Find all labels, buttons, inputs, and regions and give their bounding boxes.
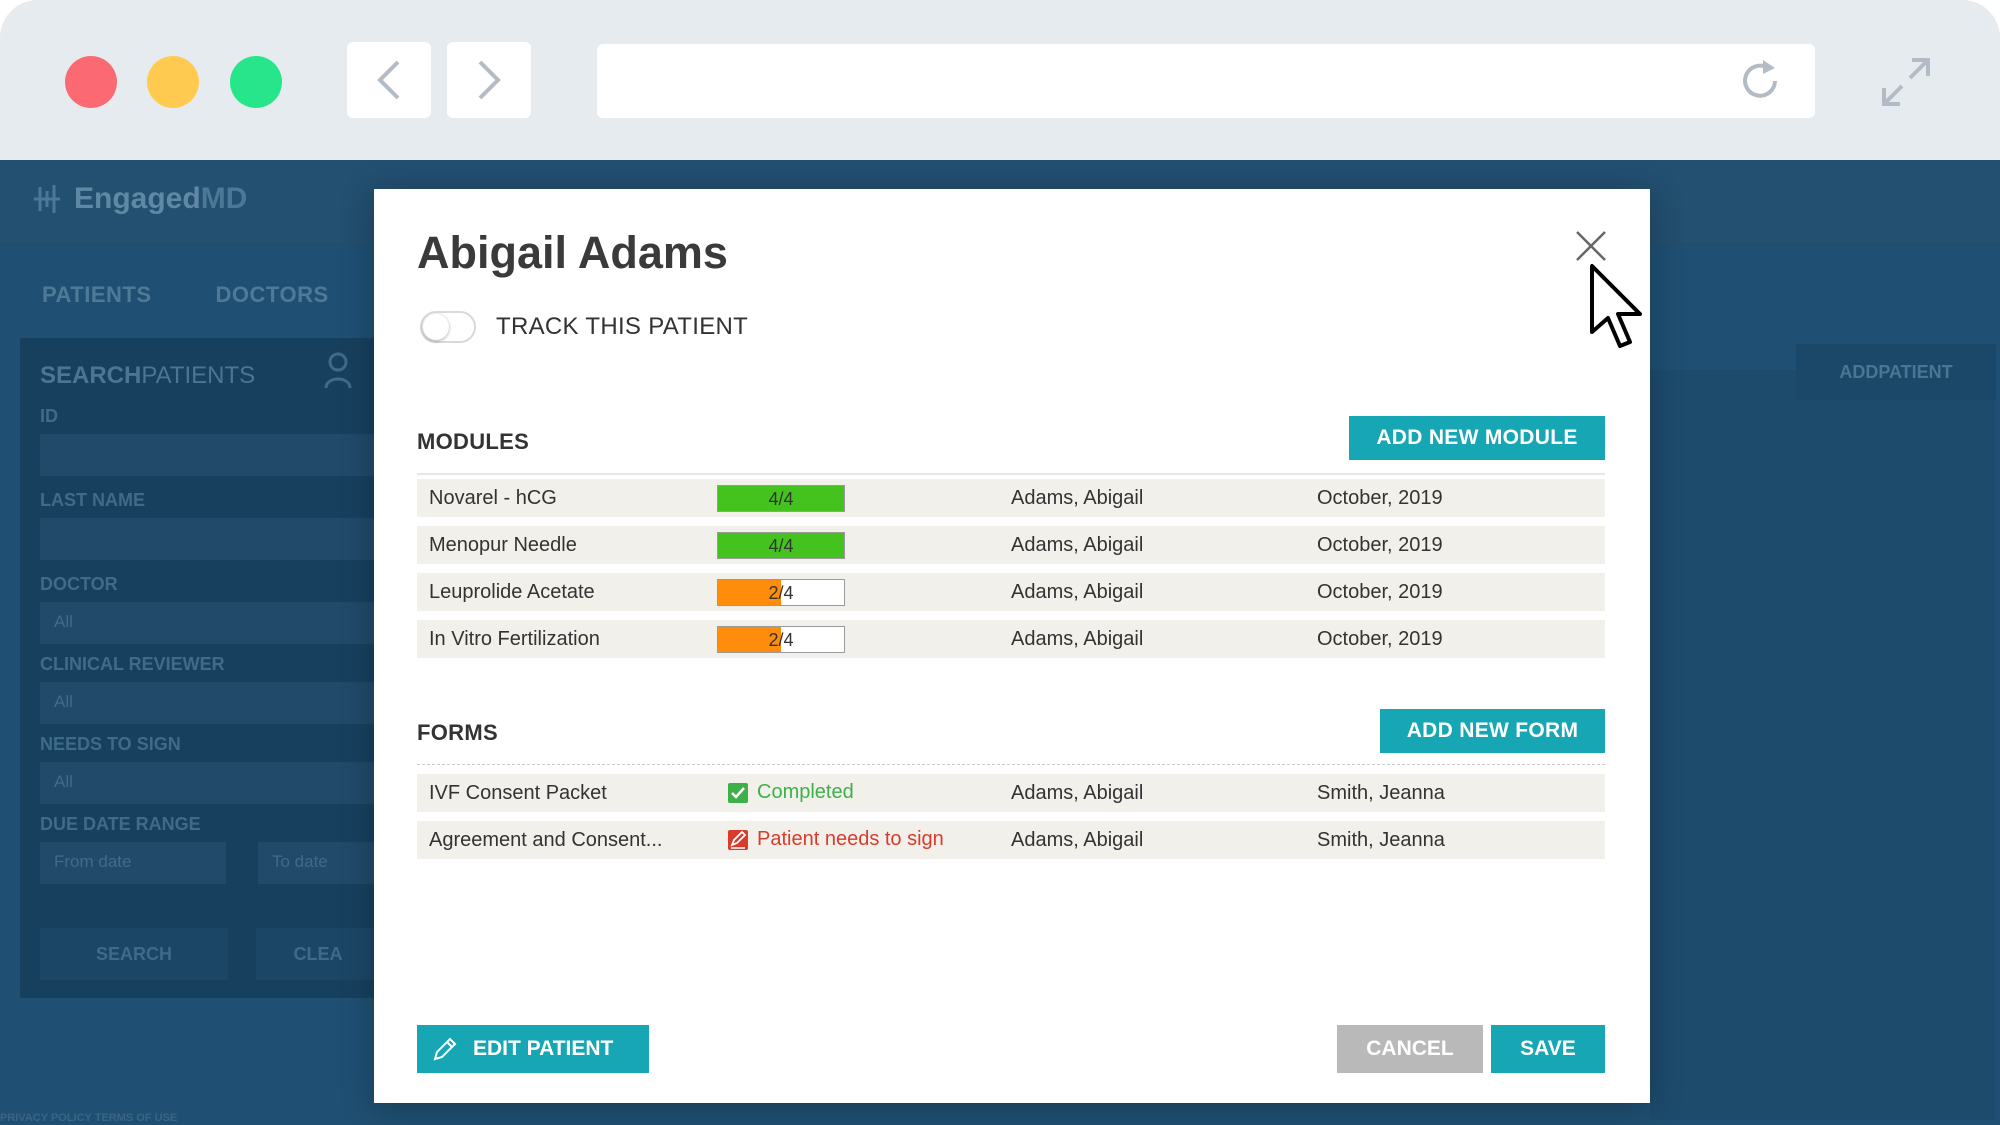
forms-divider [417,764,1605,765]
module-name: Novarel - hCG [429,487,557,509]
module-row[interactable]: Menopur Needle 4/4 Adams, Abigail October, … [417,526,1605,564]
doctor-select[interactable]: All [40,602,380,644]
due-date-range-label: DUE DATE RANGE [40,814,201,834]
modules-divider [417,473,1605,475]
forms-section-title: FORMS [417,720,498,745]
module-name: Menopur Needle [429,534,577,556]
mouse-pointer-icon [1590,264,1642,348]
engagedmd-logo: EngagedMD [30,182,247,216]
sign-icon [728,829,748,850]
browser-toolbar [0,0,2000,160]
form-status: Patient needs to sign [727,828,944,851]
form-status: Completed [727,781,854,804]
module-progress-text: 2/4 [768,630,794,650]
from-date-field[interactable]: From date [40,842,226,884]
clinical-reviewer-label: CLINICAL REVIEWER [40,654,225,674]
module-progress-bar: 4/4 [717,485,845,512]
module-progress-bar: 4/4 [717,532,845,559]
form-row[interactable]: Agreement and Consent... Patient needs to… [417,821,1605,859]
module-progress-text: 2/4 [768,583,794,603]
doctor-label: DOCTOR [40,574,118,594]
close-window-button[interactable] [65,56,117,108]
form-status-text: Completed [757,781,854,803]
search-patients-panel: SEARCHPATIENTS ID LAST NAME DOCTOR All C… [20,338,380,998]
form-patient: Adams, Abigail [1011,829,1144,851]
form-patient: Adams, Abigail [1011,782,1144,804]
module-progress-bar: 2/4 [717,626,845,653]
search-panel-title: SEARCHPATIENTS [40,362,256,389]
track-patient-toggle[interactable] [420,311,476,343]
form-name: IVF Consent Packet [429,782,607,804]
last-name-field[interactable] [40,518,380,560]
patient-modal: Abigail Adams TRACK THIS PATIENT MODULES… [374,189,1650,1103]
logo-mark-icon [34,185,60,213]
to-date-field[interactable]: To date [258,842,380,884]
form-reviewer: Smith, Jeanna [1317,782,1445,804]
add-new-form-button[interactable]: ADD NEW FORM [1380,709,1605,753]
module-progress-text: 4/4 [768,489,794,509]
id-label: ID [40,406,58,426]
edit-patient-label: EDIT PATIENT [473,1037,614,1060]
location-pin-icon [324,352,352,389]
clear-button[interactable]: CLEA [256,928,380,980]
module-patient: Adams, Abigail [1011,487,1144,509]
save-button[interactable]: SAVE [1491,1025,1605,1073]
module-name: Leuprolide Acetate [429,581,595,603]
module-date: October, 2019 [1317,487,1443,509]
form-status-text: Patient needs to sign [757,828,944,850]
chevron-left-icon [377,60,400,100]
form-row[interactable]: IVF Consent Packet Completed Adams, Abigai… [417,774,1605,812]
logo-text: Engaged [74,182,201,215]
back-button[interactable] [347,42,431,118]
expand-icon[interactable] [1876,52,1936,112]
module-progress-text: 4/4 [768,536,794,556]
address-bar[interactable] [597,44,1815,118]
track-patient-label: TRACK THIS PATIENT [496,313,749,340]
modules-section-title: MODULES [417,429,530,454]
id-field[interactable] [40,434,380,476]
pencil-icon [433,1037,457,1061]
close-icon[interactable] [1574,229,1608,263]
module-date: October, 2019 [1317,628,1443,650]
module-row[interactable]: In Vitro Fertilization 2/4 Adams, Abigail O… [417,620,1605,658]
needs-to-sign-select[interactable]: All [40,762,380,804]
module-progress-bar: 2/4 [717,579,845,606]
module-row[interactable]: Leuprolide Acetate 2/4 Adams, Abigail Octob… [417,573,1605,611]
module-patient: Adams, Abigail [1011,581,1144,603]
module-date: October, 2019 [1317,581,1443,603]
module-date: October, 2019 [1317,534,1443,556]
patient-list-column [1650,370,1995,1120]
module-name: In Vitro Fertilization [429,628,600,650]
module-row[interactable]: Novarel - hCG 4/4 Adams, Abigail October, 2… [417,479,1605,517]
last-name-label: LAST NAME [40,490,145,510]
patient-name-title: Abigail Adams [417,227,728,278]
search-button[interactable]: SEARCH [40,928,228,980]
add-patient-button[interactable]: ADDPATIENT [1796,344,1996,400]
reload-icon[interactable] [1735,56,1785,106]
add-new-module-button[interactable]: ADD NEW MODULE [1349,416,1605,460]
module-patient: Adams, Abigail [1011,534,1144,556]
form-name: Agreement and Consent... [429,829,663,851]
maximize-window-button[interactable] [230,56,282,108]
toggle-knob [423,314,449,340]
logo-suffix: MD [200,182,248,215]
needs-to-sign-label: NEEDS TO SIGN [40,734,181,754]
footer-links[interactable]: PRIVACY POLICY TERMS OF USE [0,1112,177,1124]
minimize-window-button[interactable] [147,56,199,108]
tab-patients[interactable]: PATIENTS [20,260,174,330]
tab-doctors[interactable]: DOCTORS [194,260,351,330]
form-reviewer: Smith, Jeanna [1317,829,1445,851]
clinical-reviewer-select[interactable]: All [40,682,380,724]
check-icon [728,782,748,803]
cancel-button[interactable]: CANCEL [1337,1025,1483,1073]
edit-patient-button[interactable]: EDIT PATIENT [417,1025,649,1073]
forward-button[interactable] [447,42,531,118]
browser-window: EngagedMD PATIENTS DOCTORS ST SEARCHPATI… [0,0,2000,1125]
module-patient: Adams, Abigail [1011,628,1144,650]
chevron-right-icon [478,60,501,100]
